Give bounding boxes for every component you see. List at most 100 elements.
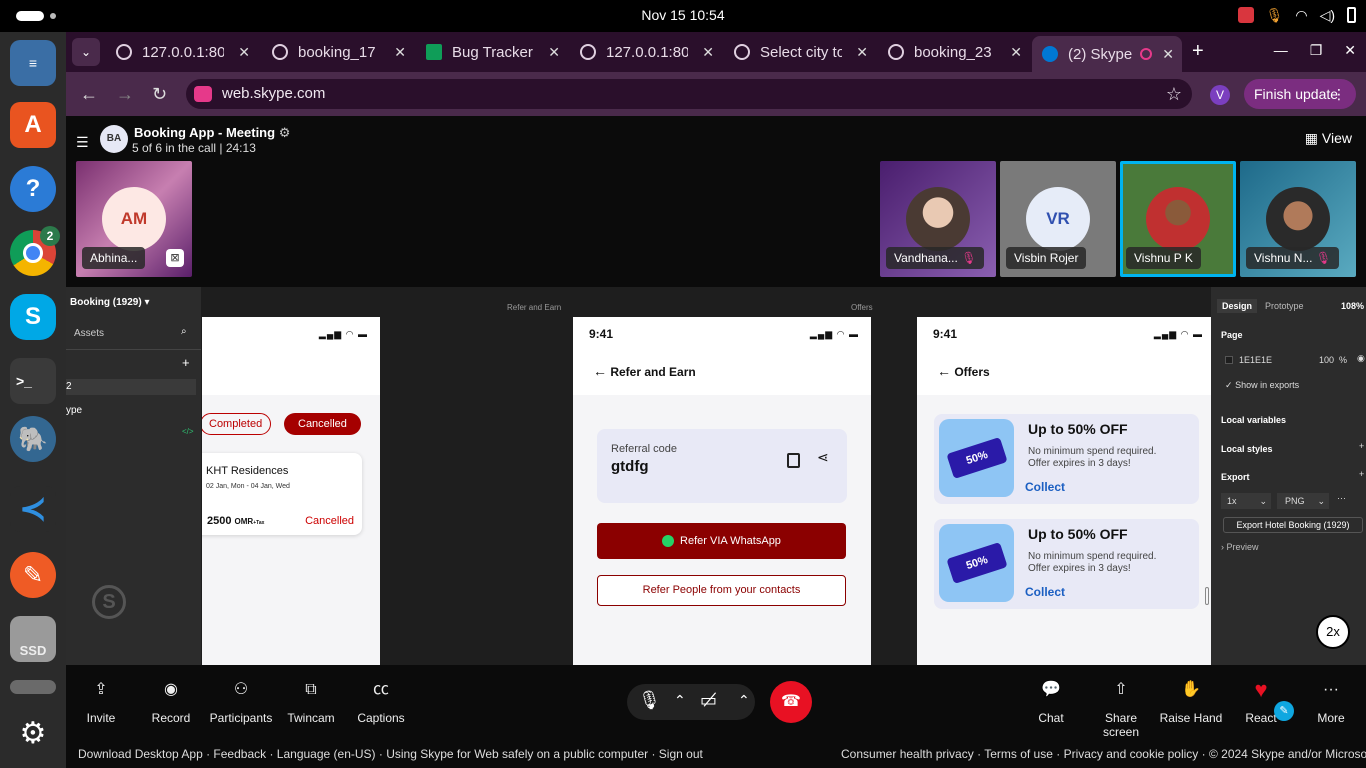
collect-link[interactable]: Collect [1025, 480, 1065, 494]
tab-search-button[interactable]: ⌄ [72, 38, 100, 66]
offer-card[interactable]: 50% Up to 50% OFF No minimum spend requi… [934, 519, 1199, 609]
scroll-handle[interactable] [1205, 587, 1209, 605]
back-arrow-icon[interactable]: ← [593, 363, 607, 379]
mic-options-chevron-icon[interactable]: ⌃ [674, 692, 686, 709]
microphone-icon[interactable]: 🎙 [1266, 5, 1284, 25]
health-privacy-link[interactable]: Consumer health privacy [841, 747, 974, 761]
participant-tile[interactable]: Vishnu N... 🎙 [1240, 161, 1356, 277]
close-tab-icon[interactable]: ✕ [1010, 44, 1022, 61]
tab-1[interactable]: 127.0.0.1:80 ✕ [106, 36, 258, 68]
terminal-icon[interactable]: >_ [10, 358, 56, 404]
new-tab-button[interactable]: + [1192, 40, 1204, 63]
back-arrow-icon[interactable]: ← [937, 363, 951, 379]
tab-3[interactable]: Bug Tracker ✕ [416, 36, 568, 68]
show-in-exports-checkbox[interactable]: ✓ Show in exports [1225, 380, 1299, 391]
collect-link[interactable]: Collect [1025, 585, 1065, 599]
file-name[interactable]: Booking (1929) ▾ [70, 297, 150, 308]
refer-contacts-button[interactable]: Refer People from your contacts [597, 575, 846, 606]
forward-icon[interactable]: → [116, 84, 134, 105]
view-button[interactable]: ▦ View [1305, 130, 1352, 147]
participant-tile[interactable]: AM Abhina... ⊠ [76, 161, 192, 277]
assets-tab[interactable]: Assets [74, 328, 104, 339]
export-format-select[interactable]: PNG ⌄ [1277, 493, 1329, 509]
booking-card[interactable]: KHT Residences 02 Jan, Mon - 04 Jan, Wed… [202, 453, 362, 535]
share-screen-button[interactable]: ⇧ Share screen [1086, 677, 1156, 739]
figma-canvas[interactable]: Refer and Earn Offers ▂▄▆ ◠ ▬ Completed … [201, 287, 1215, 665]
close-tab-icon[interactable]: ✕ [1162, 46, 1174, 63]
participants-button[interactable]: ⚇ Participants [206, 677, 276, 725]
tab-5[interactable]: Select city to ✕ [724, 36, 876, 68]
end-call-button[interactable]: ☎ [770, 681, 812, 723]
color-swatch[interactable] [1225, 356, 1233, 364]
close-tab-icon[interactable]: ✕ [856, 44, 868, 61]
more-options-icon[interactable]: ··· [1337, 493, 1346, 503]
preview-toggle[interactable]: › Preview [1221, 542, 1259, 552]
offers-screen[interactable]: 9:41 ▂▄▆ ◠ ▬ ← Offers 50% Up to 50% OFF … [917, 317, 1215, 665]
camera-off-icon[interactable]: ▭̸ [700, 690, 717, 711]
participant-tile-active[interactable]: Vishnu P K [1120, 161, 1236, 277]
disk-icon[interactable]: SSD [10, 616, 56, 662]
close-window-icon[interactable]: ✕ [1344, 42, 1356, 59]
raise-hand-button[interactable]: ✋ Raise Hand [1156, 677, 1226, 725]
sign-out-link[interactable]: Sign out [659, 747, 703, 761]
page-opacity-value[interactable]: 100 [1319, 355, 1334, 365]
design-tab[interactable]: Design [1217, 299, 1258, 313]
tab-4[interactable]: 127.0.0.1:80 ✕ [570, 36, 722, 68]
captions-button[interactable]: ㏄ Captions [346, 677, 416, 725]
status-pill-completed[interactable]: Completed [202, 413, 272, 435]
drive-icon[interactable] [10, 680, 56, 694]
zoom-badge[interactable]: 2x [1316, 615, 1350, 649]
app-center-icon[interactable]: A [10, 102, 56, 148]
maximize-icon[interactable]: ❐ [1310, 42, 1323, 59]
safety-link[interactable]: Using Skype for Web safely on a public c… [386, 747, 648, 761]
refer-whatsapp-button[interactable]: Refer VIA WhatsApp [597, 523, 846, 559]
booking-screen[interactable]: ▂▄▆ ◠ ▬ Completed Cancelled KHT Residenc… [202, 317, 380, 665]
layer-row[interactable]: ype [66, 405, 82, 416]
close-tab-icon[interactable]: ✕ [702, 44, 714, 61]
copy-icon[interactable] [787, 453, 800, 468]
status-pill-cancelled[interactable]: Cancelled [284, 413, 361, 435]
vscode-icon[interactable]: ≺ [10, 486, 56, 532]
visibility-eye-icon[interactable]: ◉ [1357, 353, 1365, 364]
pen-icon[interactable]: ✎ [1274, 701, 1294, 721]
refer-screen[interactable]: 9:41 ▂▄▆ ◠ ▬ ← Refer and Earn Referral c… [573, 317, 871, 665]
layer-row-selected[interactable]: 2 [66, 379, 196, 395]
tab-6[interactable]: booking_23 ✕ [878, 36, 1030, 68]
zoom-level[interactable]: 108% [1341, 301, 1364, 311]
kebab-menu-icon[interactable]: ⋮ [1332, 79, 1346, 109]
text-editor-icon[interactable]: ≡ [10, 40, 56, 86]
chrome-icon[interactable]: 2 [10, 226, 60, 276]
add-icon[interactable]: + [182, 355, 190, 370]
add-export-icon[interactable]: + [1359, 469, 1364, 479]
chat-button[interactable]: 💬 Chat [1016, 677, 1086, 725]
export-scale-select[interactable]: 1x ⌄ [1221, 493, 1271, 509]
system-clock[interactable]: Nov 15 10:54 [0, 7, 1366, 23]
prototype-tab[interactable]: Prototype [1265, 301, 1304, 311]
twincam-button[interactable]: ⧉ Twincam [276, 677, 346, 725]
privacy-link[interactable]: Privacy and cookie policy [1064, 747, 1199, 761]
site-info-icon[interactable] [194, 86, 212, 102]
show-apps-icon[interactable]: ⚙ [10, 710, 56, 756]
mic-muted-icon[interactable]: 🎙 [638, 690, 661, 711]
profile-avatar[interactable]: V [1210, 85, 1230, 105]
export-button[interactable]: Export Hotel Booking (1929) [1223, 517, 1363, 533]
participant-tile[interactable]: Vandhana... 🎙 [880, 161, 996, 277]
meeting-title[interactable]: Booking App - Meeting ⚙ [134, 125, 290, 141]
feedback-link[interactable]: Feedback [213, 747, 266, 761]
minimize-icon[interactable]: — [1274, 42, 1288, 59]
invite-button[interactable]: ⇪ Invite [66, 677, 136, 725]
finish-update-button[interactable]: Finish update ⋮ [1244, 79, 1356, 109]
share-icon[interactable]: ⋖ [817, 449, 829, 466]
tab-2[interactable]: booking_17 ✕ [262, 36, 414, 68]
back-icon[interactable]: ← [80, 84, 98, 105]
postman-icon[interactable]: ✎ [10, 552, 56, 598]
bookmark-star-icon[interactable]: ☆ [1166, 79, 1182, 109]
close-tab-icon[interactable]: ✕ [394, 44, 406, 61]
settings-gear-icon[interactable]: ⚙ [279, 125, 291, 140]
battery-icon[interactable] [1347, 7, 1356, 23]
tab-skype[interactable]: (2) Skype ✕ [1032, 36, 1182, 72]
language-link[interactable]: Language (en-US) [277, 747, 376, 761]
skype-icon[interactable]: S [10, 294, 56, 340]
close-tab-icon[interactable]: ✕ [548, 44, 560, 61]
local-variables[interactable]: Local variables [1221, 415, 1286, 425]
